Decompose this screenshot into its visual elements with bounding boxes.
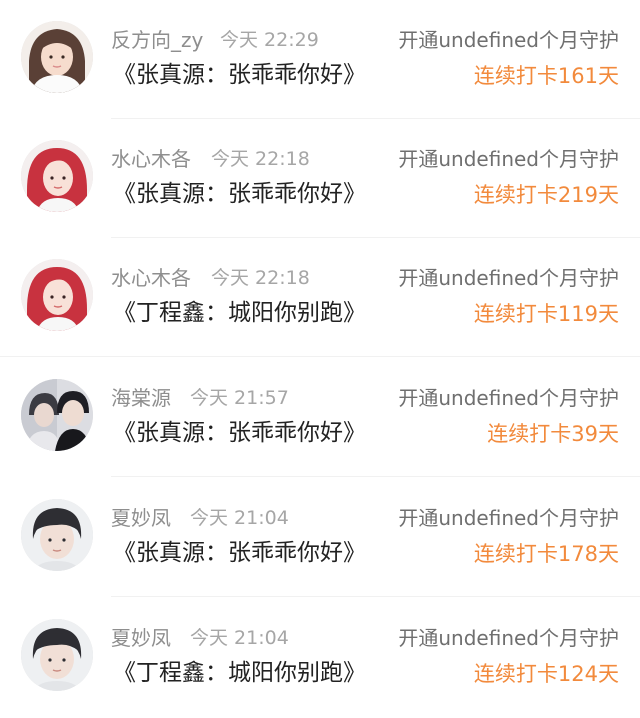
timestamp: 今天 21:57 [190, 387, 289, 409]
guard-action-text: 开通undefined个月守护 [398, 28, 619, 52]
user-name[interactable]: 夏妙凤 [111, 625, 171, 651]
avatar[interactable] [21, 499, 93, 571]
divider [111, 596, 640, 597]
user-name[interactable]: 水心木各 [111, 265, 191, 291]
girl-white-top-avatar [21, 21, 93, 93]
avatar[interactable] [21, 379, 93, 451]
divider [0, 356, 640, 357]
guard-action-text: 开通undefined个月守护 [398, 147, 619, 171]
list-item[interactable]: 水心木各 今天 22:18 《丁程鑫：城阳你别跑》 开通undefined个月守… [0, 238, 640, 357]
streak-badge: 连续打卡39天 [487, 422, 619, 446]
streak-badge: 连续打卡161天 [473, 64, 619, 88]
timestamp: 今天 22:18 [211, 148, 310, 170]
guard-action-text: 开通undefined个月守护 [398, 266, 619, 290]
work-title[interactable]: 《张真源：张乖乖你好》 [113, 538, 366, 568]
work-title[interactable]: 《张真源：张乖乖你好》 [113, 179, 366, 209]
guard-action-text: 开通undefined个月守护 [398, 386, 619, 410]
user-name[interactable]: 反方向_zy [111, 27, 203, 53]
work-title[interactable]: 《张真源：张乖乖你好》 [113, 418, 366, 448]
timestamp: 今天 22:29 [220, 29, 319, 51]
streak-badge: 连续打卡119天 [473, 302, 619, 326]
list-item[interactable]: 水心木各 今天 22:18 《张真源：张乖乖你好》 开通undefined个月守… [0, 119, 640, 238]
avatar[interactable] [21, 259, 93, 331]
work-title[interactable]: 《丁程鑫：城阳你别跑》 [113, 298, 366, 328]
timestamp: 今天 21:04 [190, 507, 289, 529]
avatar[interactable] [21, 140, 93, 212]
boy-dark-hair-avatar [21, 499, 93, 571]
avatar[interactable] [21, 21, 93, 93]
list-item[interactable]: 海棠源 今天 21:57 《张真源：张乖乖你好》 开通undefined个月守护… [0, 358, 640, 477]
user-name[interactable]: 海棠源 [111, 385, 171, 411]
red-hair-girl-avatar [21, 140, 93, 212]
user-name[interactable]: 夏妙凤 [111, 505, 171, 531]
list-item[interactable]: 夏妙凤 今天 21:04 《丁程鑫：城阳你别跑》 开通undefined个月守护… [0, 598, 640, 717]
list-item[interactable]: 夏妙凤 今天 21:04 《张真源：张乖乖你好》 开通undefined个月守护… [0, 478, 640, 597]
work-title[interactable]: 《丁程鑫：城阳你别跑》 [113, 658, 366, 688]
streak-badge: 连续打卡124天 [473, 662, 619, 686]
two-boys-avatar [21, 379, 93, 451]
red-hair-girl-avatar [21, 259, 93, 331]
guard-action-text: 开通undefined个月守护 [398, 626, 619, 650]
guard-list: 反方向_zy 今天 22:29 《张真源：张乖乖你好》 开通undefined个… [0, 0, 640, 718]
avatar[interactable] [21, 619, 93, 691]
work-title[interactable]: 《张真源：张乖乖你好》 [113, 60, 366, 90]
list-item[interactable]: 反方向_zy 今天 22:29 《张真源：张乖乖你好》 开通undefined个… [0, 0, 640, 119]
streak-badge: 连续打卡178天 [473, 542, 619, 566]
timestamp: 今天 21:04 [190, 627, 289, 649]
timestamp: 今天 22:18 [211, 267, 310, 289]
streak-badge: 连续打卡219天 [473, 183, 619, 207]
guard-action-text: 开通undefined个月守护 [398, 506, 619, 530]
boy-dark-hair-avatar [21, 619, 93, 691]
divider [111, 476, 640, 477]
user-name[interactable]: 水心木各 [111, 146, 191, 172]
